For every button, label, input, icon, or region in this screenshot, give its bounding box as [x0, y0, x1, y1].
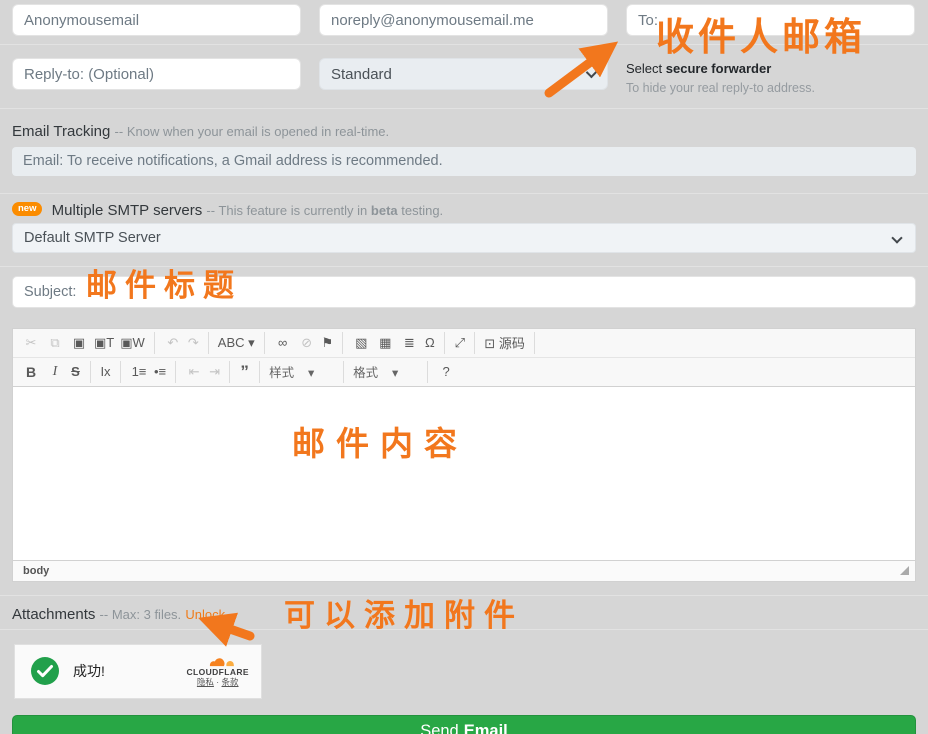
compose-email-page: Standard Select secure forwarder To hide… — [0, 0, 928, 734]
forwarder-help: Select secure forwarder To hide your rea… — [626, 58, 915, 97]
attachments-label: Attachments — [12, 606, 95, 623]
chevron-down-icon — [891, 232, 902, 243]
unlink-icon[interactable]: ⊘ — [295, 332, 319, 354]
from-name-input[interactable] — [12, 4, 301, 36]
from-email-input[interactable] — [319, 4, 608, 36]
subject-annotation: 邮件标题 — [86, 260, 242, 305]
send-email-button[interactable]: Send Email — [12, 715, 916, 734]
cloudflare-brand-block: CLOUDFLARE 隐私 · 条款 — [186, 655, 249, 688]
turnstile-links: 隐私 · 条款 — [197, 677, 239, 688]
terms-link[interactable]: 条款 — [222, 677, 239, 687]
editor-body-area[interactable] — [13, 387, 915, 560]
source-code-button[interactable]: ⊡ 源码 — [481, 332, 535, 354]
element-path-label[interactable]: body — [23, 565, 49, 577]
redo-icon[interactable]: ↷ — [185, 332, 209, 354]
smtp-selected-value: Default SMTP Server — [24, 230, 161, 246]
strikethrough-button[interactable]: S — [67, 361, 91, 383]
recipient-annotation: 收件人邮箱 — [656, 6, 866, 61]
tracking-email-input[interactable] — [12, 147, 916, 176]
anchor-flag-icon[interactable]: ⚑ — [319, 332, 344, 354]
outdent-button[interactable]: ⇤ — [182, 361, 206, 383]
undo-icon[interactable]: ↶ — [161, 332, 185, 354]
cut-icon[interactable]: ✂ — [19, 332, 43, 354]
forwarder-help-prefix: Select — [626, 61, 662, 76]
turnstile-widget: 成功! CLOUDFLARE 隐私 · 条款 — [14, 644, 262, 699]
separator — [0, 108, 928, 109]
special-character-icon[interactable]: Ω — [421, 332, 445, 354]
cloudflare-brand-text: CLOUDFLARE — [186, 667, 249, 678]
chevron-down-icon — [586, 67, 597, 78]
privacy-link[interactable]: 隐私 — [197, 677, 214, 687]
send-button-text: Send — [420, 722, 459, 734]
paste-from-word-icon[interactable]: ▣W — [117, 332, 155, 354]
paste-icon[interactable]: ▣ — [67, 332, 91, 354]
maximize-icon[interactable]: ⤢ — [451, 332, 475, 354]
forwarder-help-bold: secure forwarder — [666, 61, 772, 76]
new-badge: new — [12, 202, 42, 216]
forwarder-help-sub: To hide your real reply-to address. — [626, 79, 915, 97]
editor-toolbar-row2: BIS Ix 1≡•≡ ⇤⇥ ” 样式 ▾ 格式 ▾? — [13, 358, 915, 387]
turnstile-success-text: 成功! — [73, 661, 186, 681]
image-icon[interactable]: ▧ — [349, 332, 373, 354]
forwarder-selected-value: Standard — [331, 66, 392, 83]
spellcheck-icon[interactable]: ABC ▾ — [215, 332, 265, 354]
attachments-description: -- Max: 3 files. — [100, 607, 182, 622]
success-check-icon — [31, 657, 59, 685]
email-tracking-description: -- Know when your email is opened in rea… — [115, 124, 390, 139]
bold-button[interactable]: B — [19, 361, 43, 383]
format-combo[interactable]: 格式 ▾ — [350, 361, 428, 383]
link-icon[interactable]: ∞ — [271, 332, 295, 354]
body-annotation: 邮件内容 — [292, 417, 468, 465]
copy-icon[interactable]: ⧉ — [43, 332, 67, 354]
table-icon[interactable]: ▦ — [373, 332, 397, 354]
remove-format-button[interactable]: Ix — [97, 361, 121, 383]
bulleted-list-button[interactable]: •≡ — [151, 361, 176, 383]
horizontal-line-icon[interactable]: ≣ — [397, 332, 421, 354]
email-tracking-label: Email Tracking — [12, 123, 110, 140]
reply-forwarder-row: Standard Select secure forwarder To hide… — [12, 58, 916, 97]
smtp-server-select[interactable]: Default SMTP Server — [12, 223, 916, 253]
smtp-label: Multiple SMTP servers — [52, 202, 203, 219]
paste-plain-text-icon[interactable]: ▣T — [91, 332, 117, 354]
separator — [0, 193, 928, 194]
email-tracking-label-line: Email Tracking -- Know when your email i… — [12, 123, 916, 140]
indent-button[interactable]: ⇥ — [206, 361, 230, 383]
editor-toolbar-row1: ✂⧉▣▣T▣W ↶↷ ABC ▾ ∞⊘⚑▧▦≣Ω ⤢ ⊡ 源码 — [13, 329, 915, 358]
smtp-description: -- This feature is currently in beta tes… — [206, 203, 443, 218]
attachment-annotation: 可以添加附件 — [284, 590, 524, 635]
reply-to-input[interactable] — [12, 58, 301, 90]
smtp-label-line: new Multiple SMTP servers -- This featur… — [12, 202, 916, 219]
italic-button[interactable]: I — [43, 361, 67, 383]
resize-grip-icon[interactable] — [900, 566, 909, 575]
send-button-text-bold: Email — [464, 722, 508, 734]
styles-combo[interactable]: 样式 ▾ — [266, 361, 344, 383]
forwarder-select[interactable]: Standard — [319, 58, 608, 90]
blockquote-button[interactable]: ” — [236, 361, 260, 383]
cloudflare-logo-icon — [201, 655, 235, 667]
about-button[interactable]: ? — [434, 361, 458, 383]
editor-status-bar: body — [13, 560, 915, 581]
unlock-link[interactable]: Unlock — [185, 607, 225, 622]
numbered-list-button[interactable]: 1≡ — [127, 361, 151, 383]
smtp-description-bold: beta — [371, 203, 398, 218]
